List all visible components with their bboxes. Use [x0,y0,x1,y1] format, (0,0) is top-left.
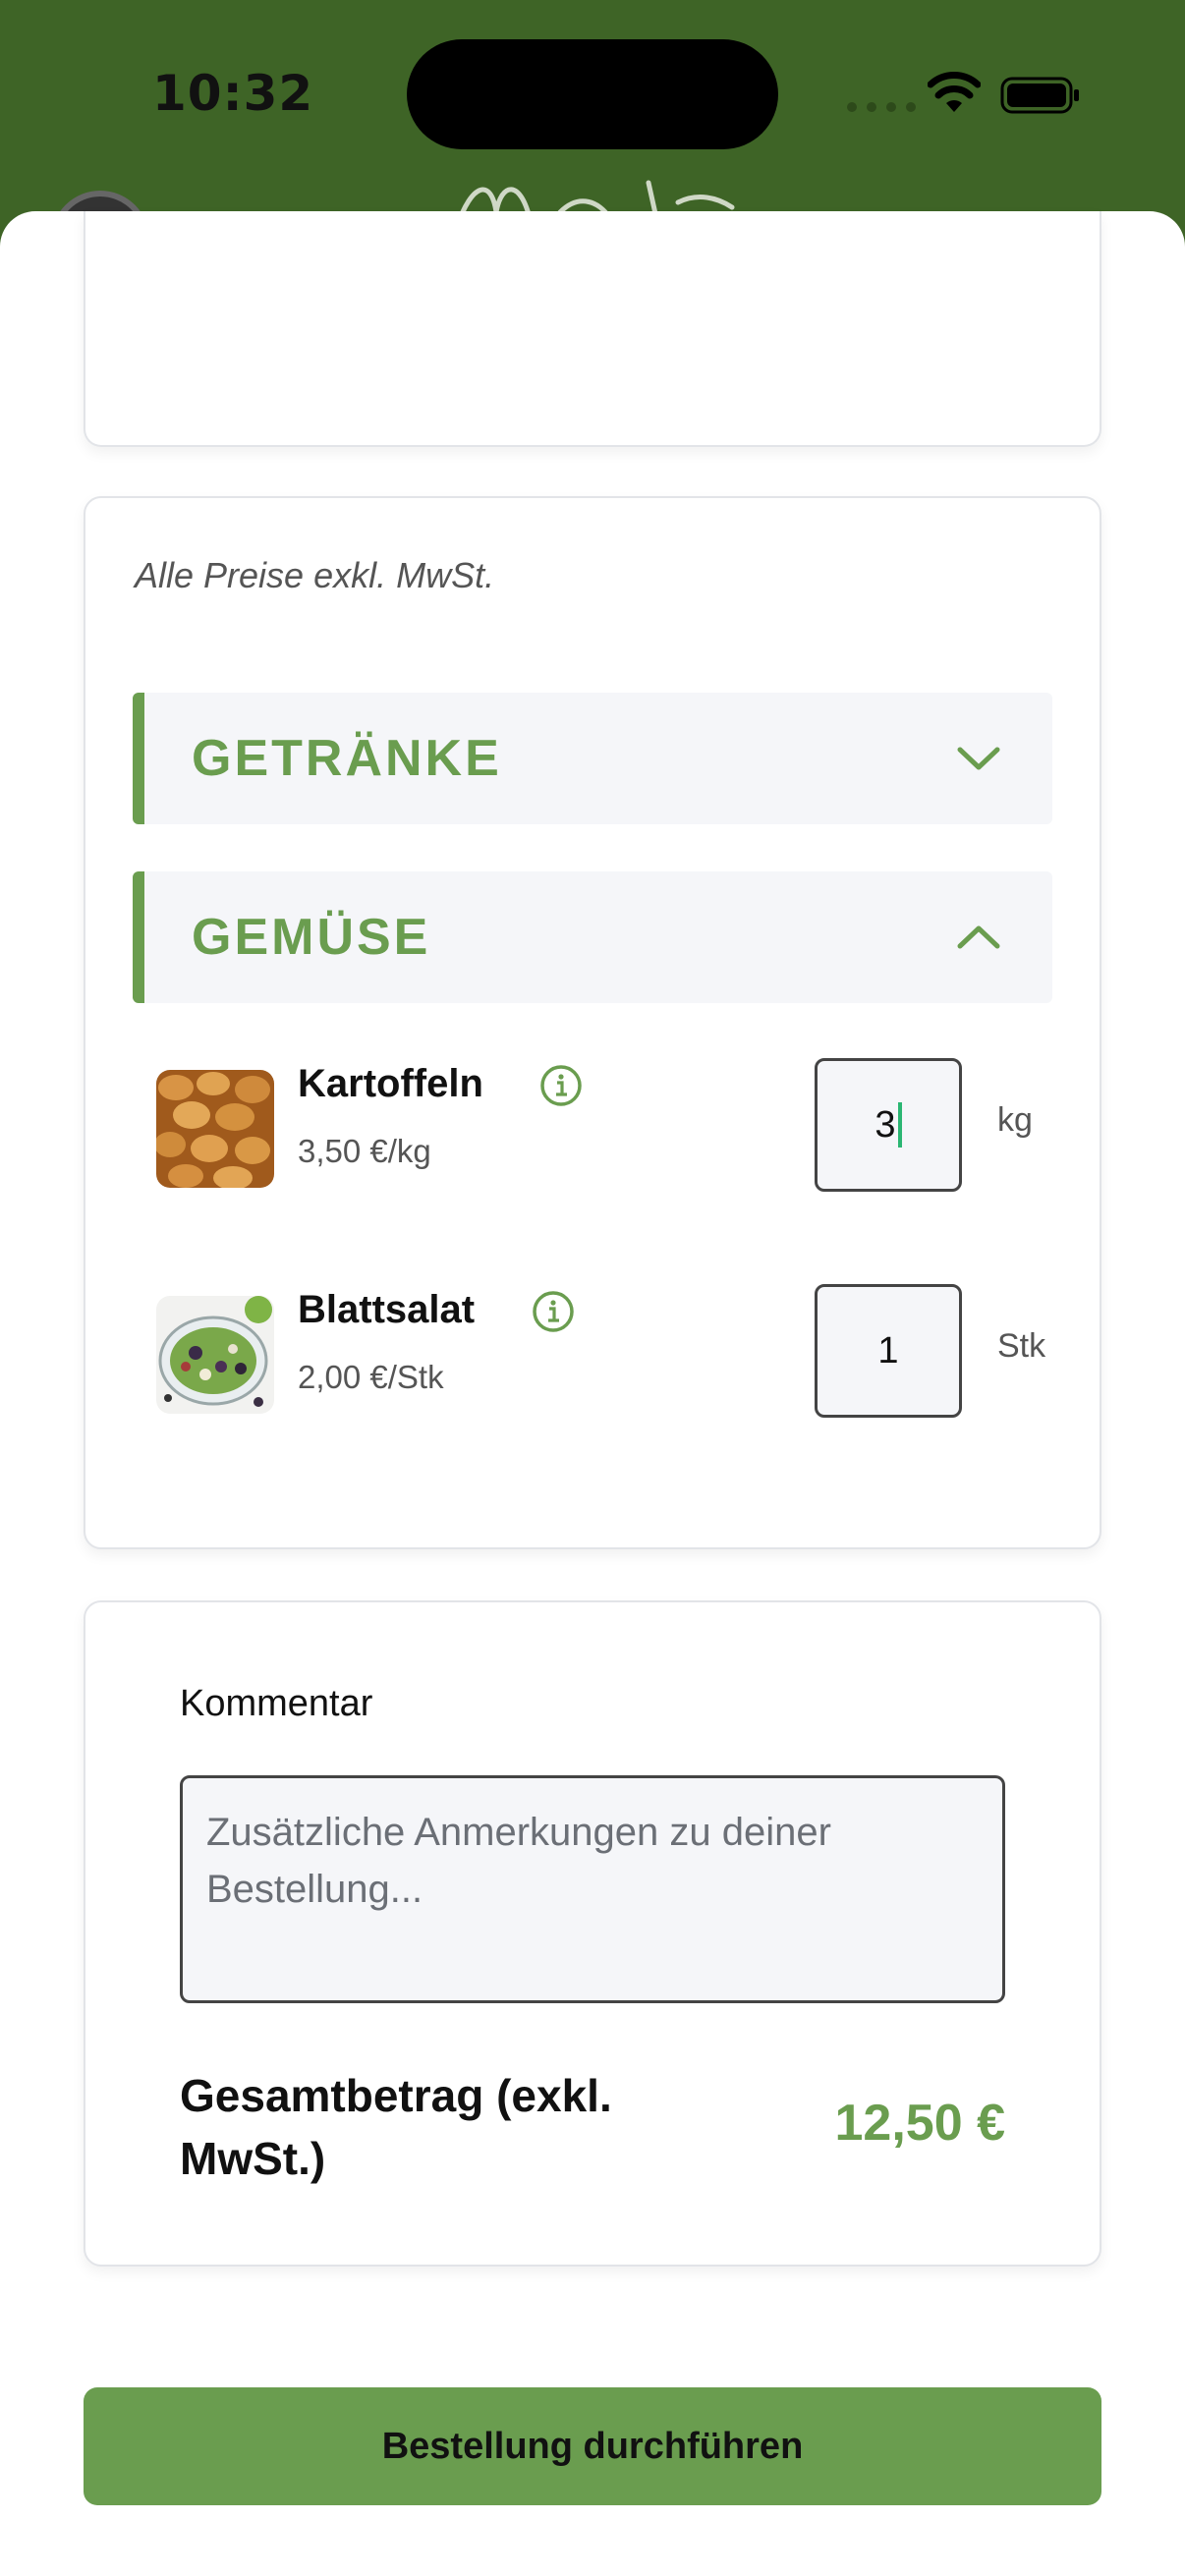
total-value: 12,50 € [834,2095,1006,2152]
product-price: 2,00 €/Stk [298,1359,444,1395]
chevron-up-icon [957,925,1000,949]
status-bar: 10:32 [0,0,1185,289]
comment-field[interactable]: Zusätzliche Anmerkungen zu deiner Bestel… [180,1775,1005,2003]
quantity-input[interactable]: 1 [815,1284,962,1418]
status-time: 10:32 [152,65,314,122]
category-label: GETRÄNKE [192,730,502,787]
battery-icon [1000,77,1079,114]
products-card: Alle Preise exkl. MwSt. GETRÄNKE GEMÜSE [84,496,1101,1549]
submit-order-button[interactable]: Bestellung durchführen [84,2387,1101,2505]
text-caret [897,1102,902,1148]
comment-label: Kommentar [180,1683,373,1724]
wifi-icon [928,72,981,112]
chevron-down-icon [957,747,1000,770]
info-icon[interactable] [539,1064,583,1107]
product-unit: Stk [997,1327,1046,1365]
product-row: Blattsalat 2,00 €/Stk 1 Stk [156,1284,1045,1422]
product-name: Kartoffeln [298,1062,483,1105]
price-note: Alle Preise exkl. MwSt. [135,555,495,595]
product-name: Blattsalat [298,1288,476,1331]
quantity-input[interactable]: 3 [815,1058,962,1192]
comment-card: Kommentar Zusätzliche Anmerkungen zu dei… [84,1600,1101,2267]
cellular-signal-icon [847,96,926,118]
category-gemuese[interactable]: GEMÜSE [133,871,1052,1003]
category-getraenke[interactable]: GETRÄNKE [133,693,1052,824]
potatoes-image [156,1070,274,1188]
dynamic-island [407,39,778,149]
order-info-card [84,211,1101,447]
order-sheet: Alle Preise exkl. MwSt. GETRÄNKE GEMÜSE [0,211,1185,2576]
quantity-value: 1 [877,1329,899,1372]
total-label: Gesamtbetrag (exkl. MwSt.) [180,2070,612,2184]
info-icon[interactable] [532,1290,575,1333]
category-label: GEMÜSE [192,909,431,966]
quantity-value: 3 [875,1103,896,1146]
product-row: Kartoffeln 3,50 €/kg 3 kg [156,1058,1041,1196]
salad-image [156,1296,274,1414]
product-price: 3,50 €/kg [298,1133,431,1169]
product-unit: kg [997,1101,1033,1139]
